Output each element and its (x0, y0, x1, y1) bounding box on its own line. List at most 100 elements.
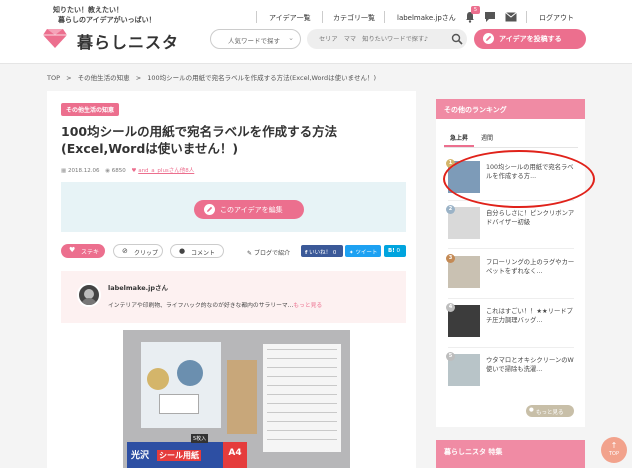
tab-weekly[interactable]: 週間 (481, 133, 493, 142)
search-icon[interactable] (451, 33, 463, 45)
gem-logo-icon (43, 29, 67, 48)
pencil-icon (204, 204, 215, 215)
photo-sticker (147, 368, 169, 390)
photo-card (159, 394, 199, 414)
header-divider (0, 63, 632, 64)
like-button[interactable]: ♥ ステキ (61, 244, 105, 258)
nav-divider (256, 11, 257, 23)
tab-divider (444, 147, 578, 148)
heart-icon: ♥ (131, 168, 137, 174)
chat-icon[interactable] (484, 11, 496, 23)
article-card: その他生活の知恵 100均シールの用紙で宛名ラベルを作成する方法(Excel,W… (47, 91, 416, 468)
heart-icon: ♥ (69, 246, 76, 254)
article-meta: ▦ 2018.12.06 ◉ 6850 ♥ and_a_plusさん他8人 (61, 166, 194, 174)
user-name-link[interactable]: labelmake.jpさん (397, 13, 456, 23)
ranking-divider (448, 248, 574, 249)
likes-by[interactable]: and_a_plusさん他8人 (138, 168, 194, 174)
notification-badge: 5 (471, 6, 480, 14)
chevron-down-icon: ⌄ (288, 34, 294, 42)
clip-button[interactable]: ⊘ クリップ (113, 244, 163, 258)
rank-badge: 2 (446, 205, 455, 214)
nav-divider (526, 11, 527, 23)
author-bio: インテリアや印刷物、ライフハック的なのが好きな都内のサラリーマ... (108, 303, 294, 309)
article-photo: 光沢 シール用紙 A4 5枚入 (123, 330, 350, 468)
photo-package-text: 光沢 (131, 451, 150, 461)
ranking-title: ウタマロとオキシクリーンのW使いで掃除も洗濯... (486, 357, 574, 373)
breadcrumb: TOP > その他生活の知恵 > 100均シールの用紙で宛名ラベルを作成する方法… (47, 72, 376, 82)
arrow-up-icon: ↑ (610, 441, 618, 450)
post-date: 2018.12.06 (67, 168, 100, 174)
rank-badge: 3 (446, 254, 455, 263)
photo-package: 光沢 シール用紙 (127, 442, 223, 468)
tagline-2: 暮らしのアイデアがいっぱい！ (58, 16, 156, 24)
category-badge[interactable]: その他生活の知恵 (61, 103, 120, 116)
ranking-item[interactable]: 3 フローリングの上のラグやカーペットをずれなく... (446, 254, 578, 290)
nav-divider (322, 11, 323, 23)
blog-intro-link[interactable]: ✎ ブログで紹介 (247, 248, 290, 257)
avatar[interactable] (77, 283, 101, 307)
site-header: 知りたい！教えたい！ 暮らしのアイデアがいっぱい！ 暮らしニスタ アイデア一覧 … (0, 0, 632, 63)
ranking-more-label: もっと見る (536, 410, 564, 416)
photo-package-count: 5枚入 (191, 434, 209, 443)
comment-icon: ● (179, 247, 186, 255)
arrow-right-icon: ● (529, 407, 534, 413)
ranking-item[interactable]: 5 ウタマロとオキシクリーンのW使いで掃除も洗濯... (446, 352, 578, 388)
back-to-top-button[interactable]: ↑ TOP (601, 437, 627, 463)
rank-badge: 4 (446, 303, 455, 312)
tab-trending[interactable]: 急上昇 (450, 133, 468, 142)
photo-sticker (177, 360, 203, 386)
popular-word-select[interactable]: 人気ワードで探す ⌄ (210, 29, 301, 49)
nav-divider (384, 11, 385, 23)
photo-label-grid (263, 344, 341, 452)
author-more-link[interactable]: もっと見る (293, 303, 322, 309)
eye-icon: ◉ (105, 168, 111, 174)
tagline-1: 知りたい！教えたい！ (53, 6, 123, 14)
author-bio-line: インテリアや印刷物、ライフハック的なのが好きな都内のサラリーマ...もっと見る (108, 300, 322, 309)
ranking-divider (448, 347, 574, 348)
highlight-circle (443, 150, 595, 208)
comment-label: コメント (191, 250, 216, 257)
comment-button[interactable]: ● コメント (170, 244, 224, 258)
nav-category-list[interactable]: カテゴリ一覧 (333, 13, 375, 23)
tweet-button[interactable]: ✦ ツイート (345, 245, 381, 257)
edit-idea-label: このアイデアを編集 (220, 206, 283, 214)
mail-icon[interactable] (505, 12, 517, 22)
avatar-body (81, 298, 97, 305)
ranking-title: フローリングの上のラグやカーペットをずれなく... (486, 259, 575, 275)
calendar-icon: ▦ (61, 168, 67, 174)
edit-idea-button[interactable]: このアイデアを編集 (194, 200, 304, 219)
blog-intro-label: ブログで紹介 (253, 250, 290, 257)
search-input[interactable] (307, 29, 467, 49)
ranking-more-button[interactable]: ● もっと見る (526, 405, 574, 417)
breadcrumb-category[interactable]: その他生活の知恵 (78, 74, 130, 82)
photo-label-sheet (141, 342, 221, 428)
ranking-heading: その他のランキング (436, 99, 585, 119)
post-idea-button[interactable]: アイデアを投稿する (474, 29, 586, 49)
ranking-title: 自分らしさに！ピンクリボンアドバイザー初級 (486, 210, 575, 226)
facebook-like-button[interactable]: f いいね！ 0 (301, 245, 343, 257)
like-label: ステキ (81, 249, 100, 256)
breadcrumb-current: 100均シールの用紙で宛名ラベルを作成する方法(Excel,Wordは使いません… (147, 74, 377, 82)
feature-heading: 暮らしニスタ 特集 (436, 440, 585, 468)
ranking-sidebar: その他のランキング 急上昇 週間 1 100均シールの用紙で宛名ラベルを作成する… (436, 99, 585, 427)
article-title: 100均シールの用紙で宛名ラベルを作成する方法(Excel,Wordは使いません… (61, 124, 338, 156)
site-logo[interactable]: 暮らしニスタ (77, 29, 179, 53)
ranking-divider (448, 298, 574, 299)
author-name[interactable]: labelmake.jpさん (108, 282, 168, 292)
edit-panel: このアイデアを編集 (61, 182, 406, 232)
pencil-icon (483, 33, 494, 44)
breadcrumb-separator: > (135, 74, 142, 82)
post-idea-label: アイデアを投稿する (499, 35, 562, 43)
hatena-icon: B! (388, 248, 395, 254)
breadcrumb-top[interactable]: TOP (47, 74, 60, 82)
ranking-item[interactable]: 4 これはすごい！！★★リードプチ圧力調理バッグ... (446, 303, 578, 339)
ranking-title: これはすごい！！★★リードプチ圧力調理バッグ... (486, 308, 573, 324)
view-count: 6850 (111, 168, 126, 174)
back-to-top-label: TOP (608, 451, 619, 457)
select-label: 人気ワードで探す (228, 37, 280, 45)
ranking-item[interactable]: 2 自分らしさに！ピンクリボンアドバイザー初級 (446, 205, 578, 241)
photo-label-lines (267, 348, 337, 448)
nav-idea-list[interactable]: アイデア一覧 (269, 13, 311, 23)
logout-link[interactable]: ログアウト (539, 13, 574, 23)
hatena-button[interactable]: B! 0 (384, 245, 406, 257)
